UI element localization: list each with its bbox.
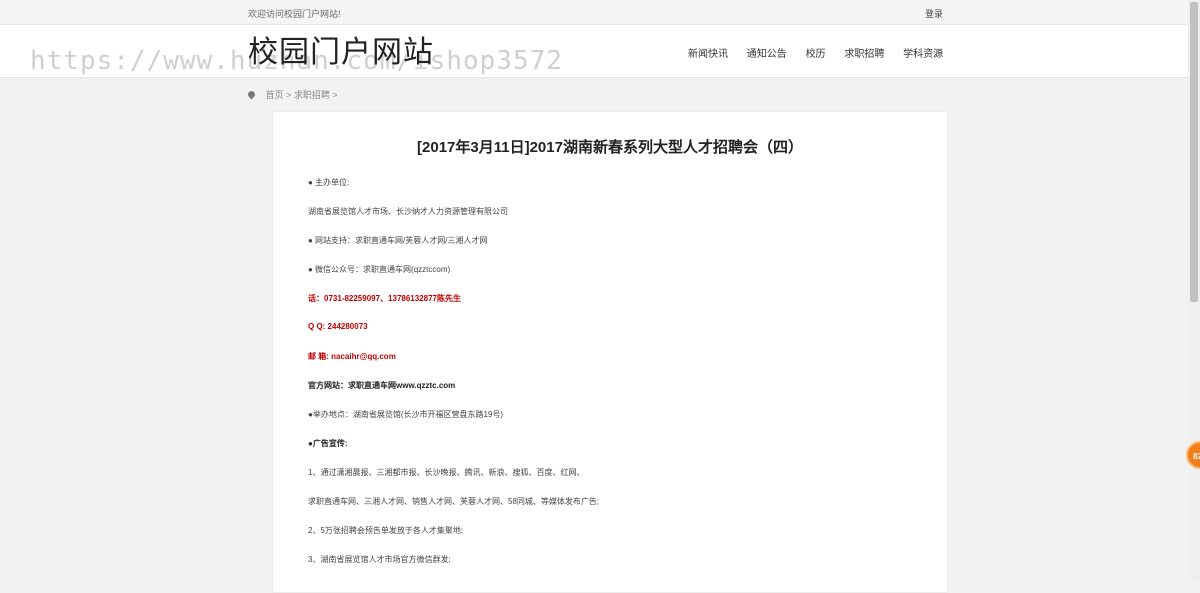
nav-item-calendar[interactable]: 校历	[806, 49, 826, 60]
top-bar: 欢迎访问校园门户网站! 登录	[0, 0, 1188, 25]
nav-item-news[interactable]: 新闻快讯	[688, 49, 728, 60]
article-paragraph: ● 主办单位:	[308, 178, 350, 187]
breadcrumb-separator: >	[286, 90, 292, 100]
article-paragraph: 邮 箱: nacaihr@qq.com	[308, 352, 396, 361]
nav-item-resources[interactable]: 学科资源	[903, 49, 943, 60]
article-paragraph: 官方网站：求职直通车网www.qzztc.com	[308, 381, 456, 390]
breadcrumb-section[interactable]: 求职招聘	[294, 90, 330, 100]
article-paragraph: 话：0731-82259097、13786132877陈先生	[308, 294, 461, 303]
article-title: [2017年3月11日]2017湖南新春系列大型人才招聘会（四）	[417, 139, 803, 156]
location-pin-icon	[246, 89, 257, 100]
article-paragraph: 2、5万张招聘会预告单发放于各人才集聚地;	[308, 526, 464, 535]
breadcrumb-home[interactable]: 首页	[266, 90, 284, 100]
site-title[interactable]: 校园门户网站	[248, 27, 434, 71]
article-paragraph: 3、湖南省展览馆人才市场官方微信群发;	[308, 555, 451, 564]
scrollbar-thumb[interactable]	[1190, 2, 1198, 302]
article-paragraph: ●举办地点：湖南省展览馆(长沙市开福区营盘东路19号)	[308, 410, 504, 419]
breadcrumb-separator: >	[332, 90, 338, 100]
breadcrumb: 首页 > 求职招聘 >	[246, 88, 338, 101]
nav-item-jobs[interactable]: 求职招聘	[844, 49, 884, 60]
main-nav: 新闻快讯 通知公告 校历 求职招聘 学科资源	[688, 45, 959, 60]
article-paragraph: ● 微信公众号：求职直通车网(qzztccom)	[308, 265, 451, 274]
article-paragraph: Q Q: 244280073	[308, 322, 368, 331]
article-paragraph: ●广告宣传:	[308, 439, 348, 448]
article-paragraph: 湖南省展览馆人才市场、长沙纳才人力资源管理有限公司	[308, 207, 508, 216]
login-link[interactable]: 登录	[925, 7, 943, 20]
article-card: [2017年3月11日]2017湖南新春系列大型人才招聘会（四） ● 主办单位:…	[272, 111, 948, 593]
welcome-text: 欢迎访问校园门户网站!	[248, 9, 341, 19]
site-header: https://www.huzhan.com/ishop3572 校园门户网站 …	[0, 25, 1188, 78]
article-paragraph: 1、通过潇湘晨报、三湘都市报、长沙晚报、腾讯、新浪、搜狐、百度、红网、	[308, 468, 585, 477]
article-paragraph: ● 网站支持：求职直通车网/芙蓉人才网/三湘人才网	[308, 236, 488, 245]
nav-item-notices[interactable]: 通知公告	[747, 49, 787, 60]
article-paragraph: 求职直通车网、三湘人才网、销售人才网、芙蓉人才网、58同城、等媒体发布广告;	[308, 497, 600, 506]
